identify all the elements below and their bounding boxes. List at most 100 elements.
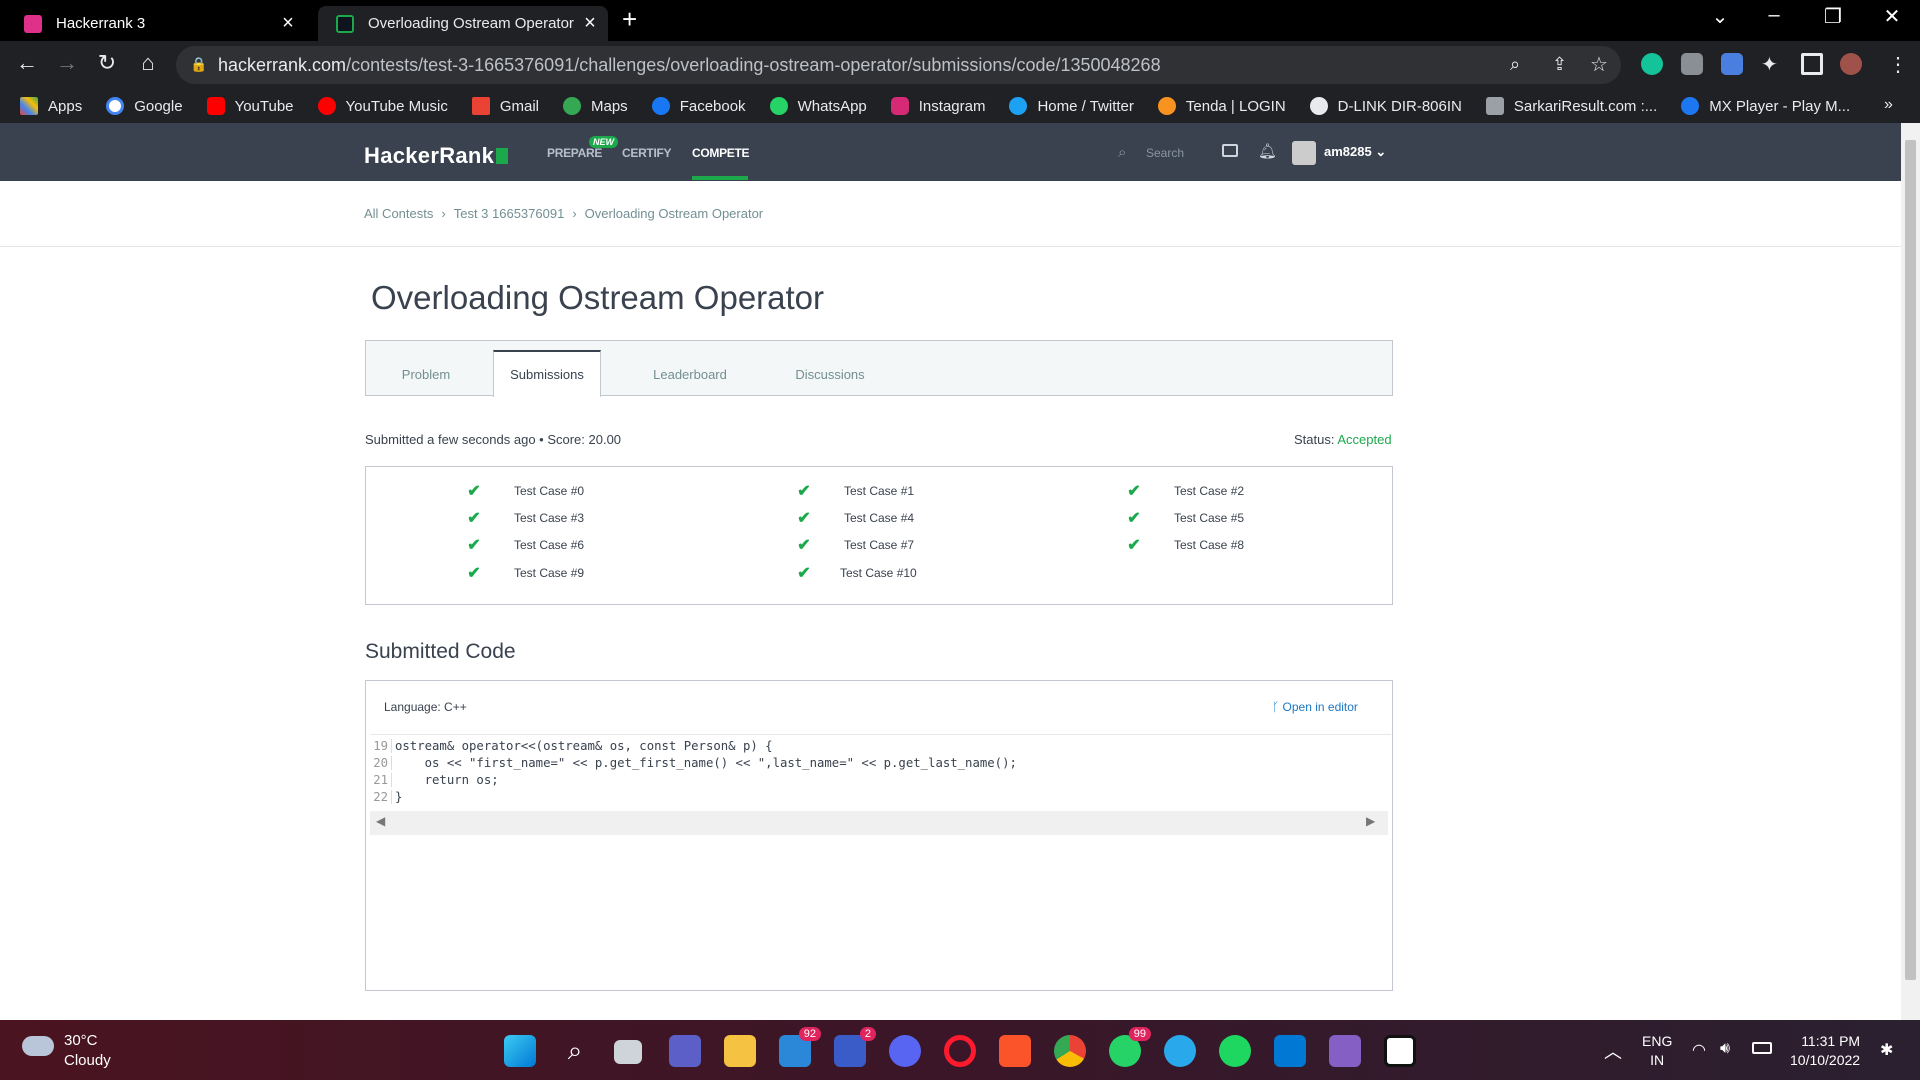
test-case[interactable]: ✔ Test Case #5 <box>1124 508 1244 528</box>
search-input[interactable]: Search <box>1146 146 1184 160</box>
check-icon: ✔ <box>797 565 811 582</box>
input-language[interactable]: ENG IN <box>1642 1032 1672 1070</box>
notion-icon[interactable] <box>1384 1035 1416 1067</box>
start-icon[interactable] <box>504 1035 536 1067</box>
battery-icon[interactable] <box>1752 1042 1772 1054</box>
extensions-puzzle-icon[interactable]: ✦ <box>1761 52 1778 77</box>
telegram-icon[interactable] <box>1164 1035 1196 1067</box>
tab-submissions[interactable]: Submissions <box>493 350 601 397</box>
grammarly-icon[interactable] <box>1641 53 1663 75</box>
test-case[interactable]: ✔ Test Case #3 <box>464 508 584 528</box>
scroll-right-icon[interactable]: ▶ <box>1366 814 1375 828</box>
bookmark-maps[interactable]: Maps <box>563 97 628 115</box>
forward-icon[interactable]: → <box>52 50 82 76</box>
horizontal-scrollbar[interactable] <box>370 811 1388 835</box>
hackerrank-logo[interactable]: HackerRank <box>364 143 509 169</box>
test-case[interactable]: ✔ Test Case #1 <box>794 481 914 501</box>
scroll-left-icon[interactable]: ◀ <box>376 814 385 828</box>
bookmark-twitter[interactable]: Home / Twitter <box>1009 97 1134 115</box>
breadcrumb-challenge[interactable]: Overloading Ostream Operator <box>585 206 763 221</box>
bookmark-facebook[interactable]: Facebook <box>651 97 746 115</box>
lock-icon[interactable]: 🔒 <box>190 56 207 73</box>
whatsapp-icon[interactable]: 99 <box>1109 1027 1151 1067</box>
cloud-icon[interactable] <box>22 1036 54 1056</box>
bookmark-tenda[interactable]: Tenda | LOGIN <box>1157 97 1286 115</box>
menu-icon[interactable]: ⋮ <box>1888 52 1908 77</box>
search-icon[interactable]: ⌕ <box>559 1035 591 1067</box>
bookmark-whatsapp[interactable]: WhatsApp <box>769 97 867 115</box>
discord-icon[interactable] <box>889 1035 921 1067</box>
nav-certify[interactable]: CERTIFY <box>622 146 672 160</box>
bookmark-gmail[interactable]: Gmail <box>471 97 539 115</box>
chrome-icon[interactable] <box>1054 1035 1086 1067</box>
reload-icon[interactable]: ↻ <box>92 50 122 76</box>
share-icon[interactable]: ⇪ <box>1552 54 1567 75</box>
nav-prepare[interactable]: PREPARE <box>547 146 602 160</box>
test-case[interactable]: ✔ Test Case #2 <box>1124 481 1244 501</box>
bookmark-sarkariresult[interactable]: SarkariResult.com :... <box>1485 97 1657 115</box>
weather-widget[interactable]: 30°C Cloudy <box>64 1031 111 1071</box>
username[interactable]: am8285 ⌄ <box>1324 144 1386 160</box>
new-tab-icon[interactable]: + <box>622 4 637 35</box>
test-case[interactable]: ✔ Test Case #8 <box>1124 535 1244 555</box>
nav-compete[interactable]: COMPETE <box>692 146 750 160</box>
code-line: 19 ostream& operator<<(ostream& os, const… <box>370 739 773 753</box>
side-panel-icon[interactable] <box>1801 53 1823 75</box>
notifications-bell-icon[interactable]: 🔔︎ <box>1258 142 1277 160</box>
test-case[interactable]: ✔ Test Case #6 <box>464 535 584 555</box>
test-case[interactable]: ✔ Test Case #9 <box>464 563 584 583</box>
restore-icon[interactable]: ❐ <box>1813 4 1853 29</box>
test-case[interactable]: ✔ Test Case #4 <box>794 508 914 528</box>
messages-icon[interactable] <box>1222 144 1238 157</box>
file-explorer-icon[interactable] <box>724 1035 756 1067</box>
visual-studio-icon[interactable] <box>1329 1035 1361 1067</box>
test-case[interactable]: ✔ Test Case #7 <box>794 535 914 555</box>
breadcrumb-contest[interactable]: Test 3 1665376091 <box>454 206 565 221</box>
bookmark-instagram[interactable]: Instagram <box>890 97 985 115</box>
chevron-up-icon[interactable]: ︿ <box>1604 1038 1622 1064</box>
opera-icon[interactable] <box>944 1035 976 1067</box>
volume-icon[interactable]: 🔊︎ <box>1720 1040 1730 1058</box>
browser-tab[interactable]: Hackerrank 3 × <box>16 6 306 41</box>
bookmark-apps[interactable]: Apps <box>20 97 82 115</box>
vscode-icon[interactable] <box>1274 1035 1306 1067</box>
brave-icon[interactable] <box>999 1035 1031 1067</box>
close-tab-icon[interactable]: × <box>578 12 602 35</box>
test-case[interactable]: ✔ Test Case #0 <box>464 481 584 501</box>
home-icon[interactable]: ⌂ <box>133 50 163 76</box>
open-in-editor-link[interactable]: ᚴ Open in editor <box>1272 700 1358 714</box>
spotify-icon[interactable] <box>1219 1035 1251 1067</box>
extension-icon[interactable] <box>1681 53 1703 75</box>
bookmark-youtube-music[interactable]: YouTube Music <box>317 97 448 115</box>
tab-problem[interactable]: Problem <box>366 352 486 396</box>
bookmark-youtube[interactable]: YouTube <box>206 97 294 115</box>
tab-search-icon[interactable]: ⌄ <box>1700 4 1740 29</box>
translate-icon[interactable] <box>1721 53 1743 75</box>
back-icon[interactable]: ← <box>12 50 42 76</box>
zoom-icon[interactable]: ⌕ <box>1510 54 1520 75</box>
mail-icon[interactable]: 92 <box>779 1027 821 1067</box>
notification-icon[interactable]: ✱ <box>1880 1040 1893 1060</box>
minimize-icon[interactable]: – <box>1754 4 1794 27</box>
close-tab-icon[interactable]: × <box>276 12 300 35</box>
tab-leaderboard[interactable]: Leaderboard <box>630 352 750 396</box>
tab-discussions[interactable]: Discussions <box>770 352 890 396</box>
bookmark-dlink[interactable]: D-LINK DIR-806IN <box>1309 97 1462 115</box>
scrollbar-thumb[interactable] <box>1905 140 1916 980</box>
test-case[interactable]: ✔ Test Case #10 <box>794 563 916 583</box>
chat-icon[interactable] <box>669 1035 701 1067</box>
clock[interactable]: 11:31 PM 10/10/2022 <box>1790 1032 1860 1070</box>
browser-tab-active[interactable]: Overloading Ostream Operator S × <box>318 6 608 41</box>
profile-avatar[interactable] <box>1840 53 1862 75</box>
task-view-icon[interactable] <box>614 1040 642 1064</box>
avatar[interactable] <box>1292 141 1316 165</box>
wifi-icon[interactable]: ◠ <box>1692 1040 1706 1060</box>
url-text[interactable]: hackerrank.com/contests/test-3-166537609… <box>218 55 1161 76</box>
app-icon[interactable]: 2 <box>834 1027 876 1067</box>
bookmark-google[interactable]: Google <box>106 97 183 115</box>
bookmark-mxplayer[interactable]: MX Player - Play M... <box>1681 97 1850 115</box>
bookmark-star-icon[interactable]: ☆ <box>1590 52 1608 77</box>
breadcrumb-all-contests[interactable]: All Contests <box>364 206 433 221</box>
close-window-icon[interactable]: ✕ <box>1872 4 1912 29</box>
more-bookmarks-icon[interactable]: » <box>1884 96 1893 114</box>
